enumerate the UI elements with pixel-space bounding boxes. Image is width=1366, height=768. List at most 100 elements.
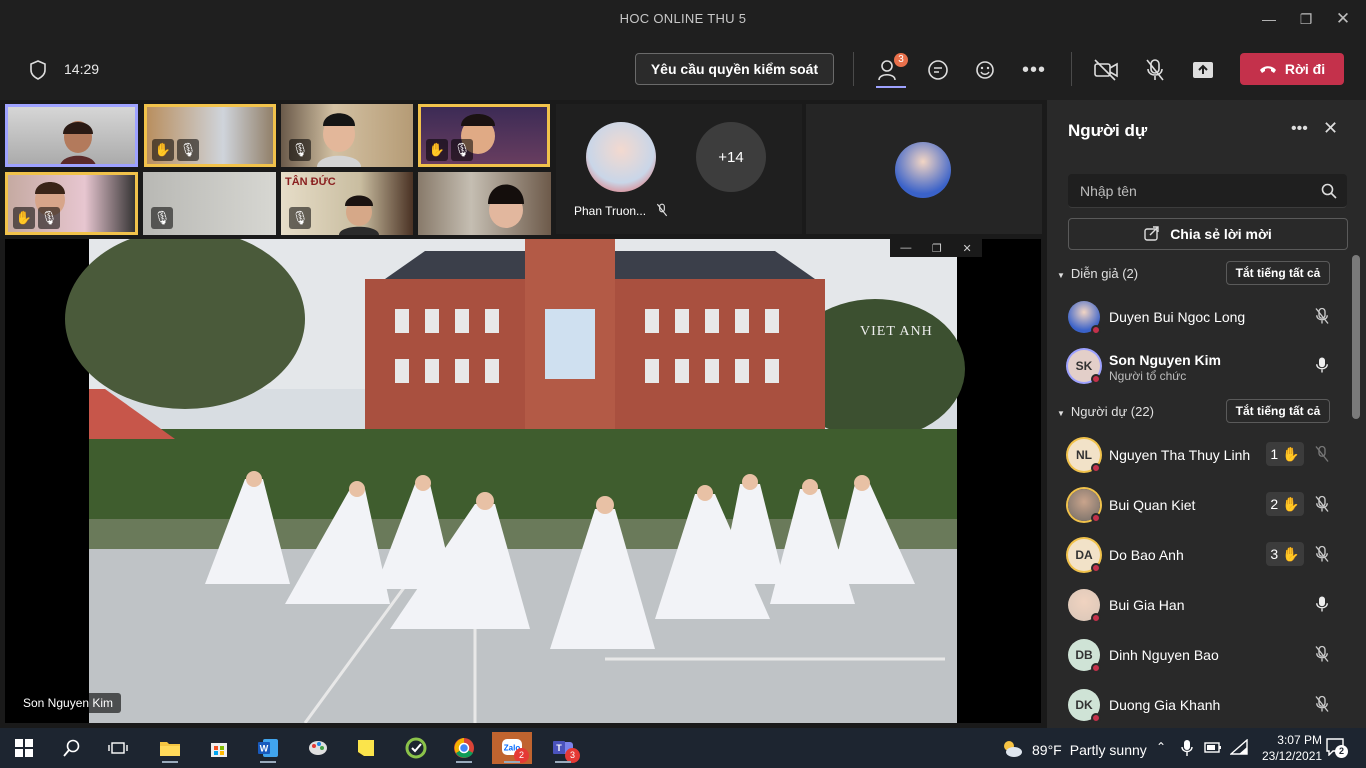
- mic-off-icon[interactable]: [1313, 545, 1331, 563]
- participant-video-tile[interactable]: ✋ 🎙: [5, 172, 138, 235]
- participant-video-tile[interactable]: ✋ 🎙: [144, 104, 276, 167]
- paint-icon[interactable]: [298, 732, 338, 764]
- mic-off-icon: 🎙: [177, 139, 199, 161]
- phone-hangup-icon: [1259, 61, 1277, 77]
- shield-icon[interactable]: [24, 56, 52, 84]
- participant-video-tile[interactable]: ✋ 🎙: [418, 104, 550, 167]
- participants-panel: Người dự ••• ✕ Chia sẻ lời mời ▼Diễn giả…: [1046, 100, 1366, 728]
- restore-icon[interactable]: ❐: [932, 242, 942, 255]
- participant-name: Duyen Bui Ngoc Long: [1109, 309, 1246, 325]
- close-icon[interactable]: ✕: [1323, 118, 1338, 139]
- list-item[interactable]: NL Nguyen Tha Thuy Linh 1 ✋: [1047, 430, 1352, 480]
- minimize-icon[interactable]: —: [900, 242, 911, 254]
- raised-hand-icon: ✋: [152, 139, 174, 161]
- microphone-icon[interactable]: [1181, 739, 1193, 762]
- temperature: 89°F: [1032, 741, 1062, 758]
- participant-video-tile[interactable]: [5, 104, 138, 167]
- notification-count: 2: [1335, 745, 1348, 758]
- raised-hand-icon: ✋: [13, 207, 35, 229]
- participant-video-tile[interactable]: [418, 172, 551, 235]
- mic-on-icon[interactable]: [1313, 356, 1331, 374]
- notification-icon[interactable]: 2: [1326, 738, 1348, 761]
- mic-off-icon: 🎙: [151, 207, 173, 229]
- windows-start-icon[interactable]: [4, 732, 44, 764]
- reactions-icon[interactable]: [971, 56, 999, 84]
- more-options-icon[interactable]: •••: [1291, 120, 1308, 138]
- overflow-count[interactable]: +14: [696, 122, 766, 192]
- list-item[interactable]: DK Duong Gia Khanh: [1047, 680, 1352, 730]
- mic-off-icon: 🎙: [289, 139, 311, 161]
- search-input[interactable]: [1068, 174, 1347, 208]
- leave-button[interactable]: Rời đi: [1240, 53, 1344, 85]
- participant-name: Duong Gia Khanh: [1109, 697, 1221, 713]
- dance-scene-image: [65, 239, 965, 723]
- presenters-section-header[interactable]: ▼ Diễn giả (2): [1057, 266, 1138, 281]
- participants-icon[interactable]: 3: [876, 53, 908, 88]
- meeting-toolbar: 14:29 Yêu cầu quyền kiểm soát 3 ••• Rời …: [0, 38, 1366, 100]
- panel-scrollbar[interactable]: [1352, 255, 1360, 419]
- more-options-icon[interactable]: •••: [1020, 56, 1048, 84]
- svg-text:T: T: [556, 743, 562, 753]
- app-icon[interactable]: [396, 732, 436, 764]
- close-window-icon[interactable]: ✕: [1332, 8, 1354, 30]
- sticky-notes-icon[interactable]: [346, 732, 386, 764]
- attendees-section-header[interactable]: ▼ Người dự (22): [1057, 404, 1154, 419]
- meeting-timer: 14:29: [64, 61, 100, 77]
- status-dot: [1091, 663, 1101, 673]
- minimize-icon[interactable]: —: [1258, 8, 1280, 30]
- teams-icon[interactable]: T3: [543, 732, 583, 764]
- participants-badge: 3: [894, 53, 908, 67]
- mic-off-icon[interactable]: [1141, 56, 1169, 84]
- battery-icon[interactable]: [1204, 740, 1222, 759]
- list-item[interactable]: DB Dinh Nguyen Bao: [1047, 630, 1352, 680]
- request-control-button[interactable]: Yêu cầu quyền kiểm soát: [635, 53, 834, 85]
- mic-disabled-icon[interactable]: [1313, 445, 1331, 463]
- file-explorer-icon[interactable]: [150, 732, 190, 764]
- weather-widget[interactable]: 89°F Partly sunny: [1000, 738, 1147, 761]
- list-item[interactable]: SK Son Nguyen Kim Người tổ chức: [1047, 341, 1352, 391]
- list-item[interactable]: Bui Gia Han: [1047, 580, 1352, 630]
- chevron-down-icon: ▼: [1057, 409, 1065, 418]
- mic-off-icon[interactable]: [1313, 307, 1331, 325]
- chat-icon[interactable]: [924, 56, 952, 84]
- chevron-up-icon[interactable]: ⌃: [1156, 740, 1166, 754]
- camera-off-icon[interactable]: [1092, 56, 1120, 84]
- svg-text:W: W: [260, 744, 269, 754]
- task-view-icon[interactable]: [98, 732, 138, 764]
- taskbar: W Zalo 2 T3 89°F Partly sunny ⌃ 3:07 PM 2…: [0, 728, 1366, 768]
- mic-off-icon[interactable]: [1313, 645, 1331, 663]
- mic-off-icon[interactable]: [1313, 695, 1331, 713]
- participant-avatar-tile[interactable]: [806, 104, 1042, 234]
- mic-off-icon: 🎙: [451, 139, 473, 161]
- wifi-icon[interactable]: [1229, 738, 1248, 760]
- search-icon[interactable]: [1321, 183, 1337, 204]
- list-item[interactable]: Bui Quan Kiet 2 ✋: [1047, 480, 1352, 530]
- store-icon[interactable]: [199, 732, 239, 764]
- share-invite-button[interactable]: Chia sẻ lời mời: [1068, 218, 1348, 250]
- chrome-icon[interactable]: [444, 732, 484, 764]
- system-clock[interactable]: 3:07 PM 23/12/2021: [1262, 732, 1322, 764]
- participant-video-tile[interactable]: 🎙: [143, 172, 276, 235]
- mute-all-attendees-button[interactable]: Tắt tiếng tất cả: [1226, 399, 1330, 423]
- share-screen-icon[interactable]: [1189, 56, 1217, 84]
- participant-role: Người tổ chức: [1109, 369, 1187, 383]
- list-item[interactable]: Duyen Bui Ngoc Long: [1047, 292, 1352, 342]
- participant-video-tile[interactable]: 🎙: [281, 104, 413, 167]
- zalo-icon[interactable]: Zalo 2: [492, 732, 532, 764]
- search-icon[interactable]: [52, 732, 92, 764]
- shared-video[interactable]: VIET ANH — ❐ ✕ Son Nguyen Kim: [5, 239, 1041, 723]
- avatar: [895, 142, 951, 198]
- video-window-controls: — ❐ ✕: [890, 239, 982, 257]
- mic-off-icon[interactable]: [1313, 495, 1331, 513]
- presenter-avatar-tile[interactable]: Phan Truon... +14: [556, 104, 802, 234]
- close-icon[interactable]: ✕: [962, 242, 971, 255]
- maximize-icon[interactable]: ❐: [1295, 8, 1317, 30]
- list-item[interactable]: DA Do Bao Anh 3 ✋: [1047, 530, 1352, 580]
- mic-on-icon[interactable]: [1313, 595, 1331, 613]
- mic-off-icon: 🎙: [289, 207, 311, 229]
- word-icon[interactable]: W: [248, 732, 288, 764]
- raised-hand-badge: 3 ✋: [1266, 542, 1304, 566]
- participant-name: Dinh Nguyen Bao: [1109, 647, 1219, 663]
- participant-video-tile[interactable]: TÂN ĐỨC 🎙: [281, 172, 413, 235]
- mute-all-presenters-button[interactable]: Tắt tiếng tất cả: [1226, 261, 1330, 285]
